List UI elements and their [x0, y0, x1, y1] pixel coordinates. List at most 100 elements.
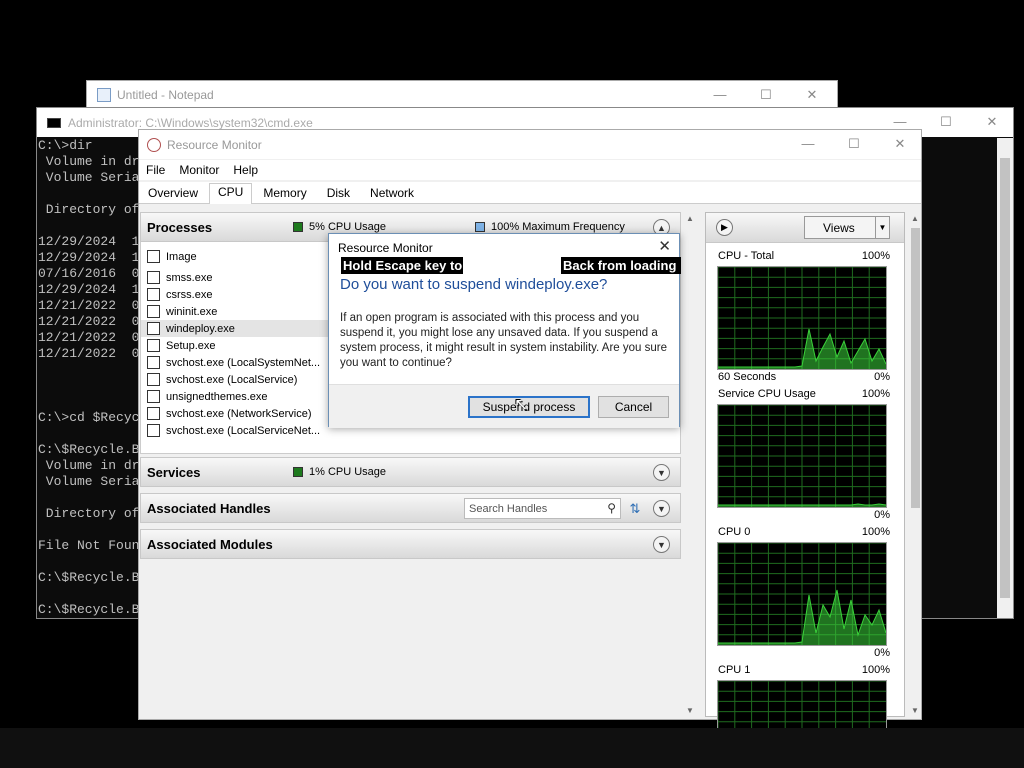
graph-max-label: 100%: [861, 250, 890, 262]
process-name: svchost.exe (LocalServiceNet...: [166, 424, 321, 437]
menu-file[interactable]: File: [139, 163, 172, 177]
process-row[interactable]: wininit.exe: [141, 303, 331, 320]
graphs-panel: ▶ Views ▼ CPU - Total 100% 60 Seconds 0% Ser…: [705, 212, 905, 768]
views-label: Views: [823, 220, 855, 235]
graphs-panel-header: ▶ Views ▼: [706, 213, 904, 243]
graph-min-label: 0%: [874, 647, 890, 659]
process-checkbox[interactable]: [147, 322, 160, 335]
process-row[interactable]: svchost.exe (LocalService): [141, 371, 331, 388]
max-frequency-swatch: [475, 222, 485, 232]
menu-help[interactable]: Help: [226, 163, 265, 177]
process-checkbox[interactable]: [147, 356, 160, 369]
graph-max-label: 100%: [861, 388, 890, 400]
process-row[interactable]: svchost.exe (NetworkService): [141, 405, 331, 422]
resmon-minimize-button[interactable]: —: [785, 130, 831, 157]
scroll-up-arrow-icon[interactable]: ▲: [686, 214, 694, 223]
services-title: Services: [147, 464, 201, 480]
cmd-scrollbar-thumb[interactable]: [1000, 158, 1010, 598]
graph-svg: [717, 266, 887, 369]
graph-title: CPU 0: [718, 526, 751, 538]
process-name: svchost.exe (LocalService): [166, 373, 298, 386]
collapse-graphs-chevron-right-icon[interactable]: ▶: [716, 219, 733, 236]
graph-svg: [717, 542, 887, 645]
process-name: windeploy.exe: [166, 322, 235, 335]
column-image-header[interactable]: Image: [166, 251, 197, 263]
graph-title: Service CPU Usage: [718, 388, 816, 400]
tab-cpu[interactable]: CPU: [209, 183, 253, 204]
suspend-confirm-dialog[interactable]: Resource Monitor ✕ Hold Escape key to Ba…: [328, 233, 681, 428]
select-all-checkbox[interactable]: [147, 250, 160, 263]
cmd-icon: [47, 117, 61, 128]
graph-plot: [717, 542, 887, 646]
modules-expand-chevron-down-icon[interactable]: ▼: [653, 536, 670, 553]
graph-plot: [717, 266, 887, 370]
process-checkbox[interactable]: [147, 424, 160, 437]
process-row[interactable]: unsignedthemes.exe: [141, 388, 331, 405]
search-icon[interactable]: ⚲: [607, 501, 616, 515]
tab-network[interactable]: Network: [361, 182, 423, 203]
menu-bar: File Monitor Help: [139, 160, 921, 180]
process-row[interactable]: svchost.exe (LocalSystemNet...: [141, 354, 331, 371]
resmon-title: Resource Monitor: [167, 137, 262, 152]
graphs-scrollbar-thumb[interactable]: [911, 228, 920, 508]
process-checkbox[interactable]: [147, 373, 160, 386]
modules-header[interactable]: Associated Modules ▼: [140, 529, 681, 559]
desktop: Untitled - Notepad — ☐ ✕ Administrator: …: [0, 0, 1024, 768]
processes-title: Processes: [147, 219, 213, 235]
tab-overview[interactable]: Overview: [139, 182, 207, 203]
process-checkbox[interactable]: [147, 339, 160, 352]
tab-disk[interactable]: Disk: [318, 182, 359, 203]
services-header[interactable]: Services 1% CPU Usage ▼: [140, 457, 681, 487]
tab-memory[interactable]: Memory: [254, 182, 315, 203]
services-cpu-usage: 1% CPU Usage: [293, 466, 386, 478]
graphs-scroll-up-arrow-icon[interactable]: ▲: [911, 214, 919, 223]
views-dropdown-arrow-icon[interactable]: ▼: [875, 217, 889, 238]
cmd-maximize-button[interactable]: ☐: [923, 108, 969, 135]
resmon-maximize-button[interactable]: ☐: [831, 130, 877, 157]
services-expand-chevron-down-icon[interactable]: ▼: [653, 464, 670, 481]
taskbar: [0, 728, 1024, 768]
left-scrollbar[interactable]: ▲ ▼: [684, 212, 696, 717]
processes-max-frequency: 100% Maximum Frequency: [475, 221, 625, 233]
dialog-close-icon[interactable]: ✕: [658, 237, 671, 255]
services-cpu-swatch: [293, 467, 303, 477]
process-row[interactable]: svchost.exe (LocalServiceNet...: [141, 422, 331, 439]
graph-title: CPU 1: [718, 664, 751, 676]
search-handles-input[interactable]: Search Handles ⚲: [464, 498, 621, 519]
menu-monitor[interactable]: Monitor: [172, 163, 226, 177]
processes-header-image[interactable]: Image: [141, 248, 331, 265]
process-checkbox[interactable]: [147, 288, 160, 301]
processes-cpu-usage: 5% CPU Usage: [293, 221, 386, 233]
handles-header[interactable]: Associated Handles Search Handles ⚲ ⇅ ▼: [140, 493, 681, 523]
process-checkbox[interactable]: [147, 390, 160, 403]
graphs-scrollbar[interactable]: ▲ ▼: [909, 212, 921, 717]
handles-expand-chevron-down-icon[interactable]: ▼: [653, 500, 670, 517]
graphs-scroll-down-arrow-icon[interactable]: ▼: [911, 706, 919, 715]
views-dropdown[interactable]: Views ▼: [804, 216, 890, 239]
notepad-close-button[interactable]: ✕: [789, 81, 835, 108]
graph-title: CPU - Total: [718, 250, 775, 262]
process-checkbox[interactable]: [147, 407, 160, 420]
process-checkbox[interactable]: [147, 305, 160, 318]
cmd-close-button[interactable]: ✕: [969, 108, 1015, 135]
dialog-footer: Suspend process Cancel: [329, 384, 679, 428]
modules-title: Associated Modules: [147, 536, 273, 552]
services-cpu-usage-text: 1% CPU Usage: [309, 466, 387, 478]
cmd-scrollbar[interactable]: [997, 138, 1013, 618]
graph-min-label: 0%: [874, 371, 890, 383]
notepad-maximize-button[interactable]: ☐: [743, 81, 789, 108]
process-checkbox[interactable]: [147, 271, 160, 284]
scroll-down-arrow-icon[interactable]: ▼: [686, 706, 694, 715]
process-row[interactable]: Setup.exe: [141, 337, 331, 354]
resmon-close-button[interactable]: ✕: [877, 130, 923, 157]
cancel-button[interactable]: Cancel: [598, 396, 669, 418]
suspend-process-button[interactable]: Suspend process: [468, 396, 590, 418]
refresh-search-icon[interactable]: ⇅: [625, 498, 645, 519]
graph-svg: [717, 404, 887, 507]
process-row[interactable]: windeploy.exe: [141, 320, 331, 337]
notepad-title: Untitled - Notepad: [117, 87, 214, 102]
cpu-usage-swatch: [293, 222, 303, 232]
process-row[interactable]: smss.exe: [141, 269, 331, 286]
process-row[interactable]: csrss.exe: [141, 286, 331, 303]
notepad-minimize-button[interactable]: —: [697, 81, 743, 108]
